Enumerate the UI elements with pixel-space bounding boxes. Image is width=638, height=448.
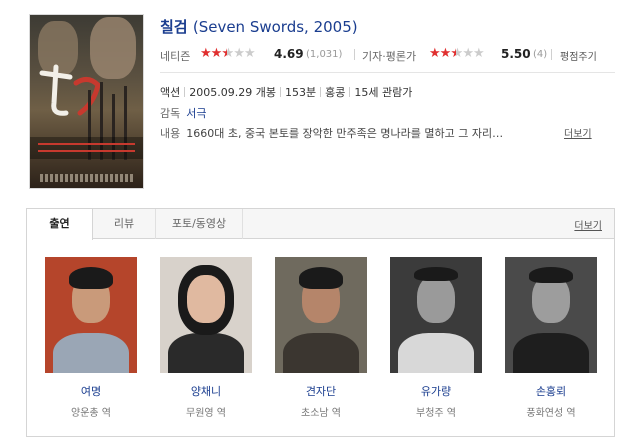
actor-photo-body — [53, 333, 129, 373]
actor-photo-hair — [529, 267, 573, 283]
critic-rating-count: (4) — [533, 49, 548, 60]
actor-photo[interactable] — [45, 257, 137, 373]
movie-info-line: 액션 2005.09.29 개봉 153분 홍콩 15세 관람가 — [160, 84, 412, 100]
tab-cast[interactable]: 출연 — [27, 209, 93, 240]
synopsis-text: 1660대 초, 중국 본토를 장악한 만주족은 명나라를 멸하고 그 자리… — [186, 127, 504, 140]
actor-card[interactable]: 손홍뢰 풍화연성 역 — [505, 257, 597, 419]
actor-name[interactable]: 견자단 — [275, 383, 367, 399]
poster-tagline-line — [38, 143, 135, 145]
actor-name[interactable]: 손홍뢰 — [505, 383, 597, 399]
actor-photo-hair — [299, 267, 343, 289]
ratings-row: 네티즌 ★★★★★★ 4.69 (1,031) 기자·평론가 ★★★★★★ 5.… — [160, 46, 615, 64]
divider — [160, 72, 615, 73]
actor-card[interactable]: 여명 양운총 역 — [45, 257, 137, 419]
actor-photo-face — [417, 275, 455, 323]
director-link[interactable]: 서극 — [186, 107, 206, 120]
netizen-star-rating: ★★★★★★ — [200, 46, 256, 61]
actor-photo-body — [513, 333, 589, 373]
info-separator — [184, 87, 186, 97]
poster-tagline-band — [30, 137, 143, 159]
rating-divider — [354, 49, 355, 60]
actor-name[interactable]: 양채니 — [160, 383, 252, 399]
movie-title[interactable]: 칠검 — [160, 18, 188, 36]
actor-photo-face — [187, 275, 225, 323]
actor-role: 무원영 역 — [186, 408, 226, 419]
rating-divider — [551, 49, 552, 60]
actor-photo[interactable] — [505, 257, 597, 373]
info-separator — [320, 87, 322, 97]
actor-role: 부청주 역 — [416, 408, 456, 419]
actor-name[interactable]: 유가량 — [390, 383, 482, 399]
actor-name[interactable]: 여명 — [45, 383, 137, 399]
age-rating: 15세 관람가 — [354, 86, 413, 99]
netizen-rating-label: 네티즌 — [160, 50, 191, 63]
runtime: 153분 — [284, 86, 317, 99]
actor-photo-body — [398, 333, 474, 373]
movie-title-link[interactable]: 칠검 (Seven Swords, 2005) — [160, 16, 358, 37]
critic-rating-label: 기자·평론가 — [362, 50, 417, 63]
actor-photo-body — [283, 333, 359, 373]
actor-card[interactable]: 견자단 초소남 역 — [275, 257, 367, 419]
movie-poster[interactable] — [29, 14, 144, 189]
rate-movie-link[interactable]: 평점주기 — [560, 48, 597, 63]
movie-original-title[interactable]: (Seven Swords, 2005) — [193, 18, 358, 36]
actor-photo-hair — [69, 267, 113, 289]
cast-panel: 출연 리뷰 포토/동영상 더보기 여명 양운총 역 양채니 무원영 역 견자단 … — [26, 208, 615, 437]
info-separator — [279, 87, 281, 97]
actor-photo-body — [168, 333, 244, 373]
tab-photo-video[interactable]: 포토/동영상 — [156, 209, 243, 239]
release-date: 2005.09.29 개봉 — [189, 86, 276, 99]
actor-role: 풍화연성 역 — [526, 408, 576, 419]
genre: 액션 — [160, 86, 181, 99]
poster-calligraphy — [39, 64, 101, 116]
tab-reviews[interactable]: 리뷰 — [93, 209, 156, 239]
synopsis-more-link[interactable]: 더보기 — [564, 125, 592, 140]
critic-star-rating: ★★★★★★ — [429, 46, 485, 61]
director-label: 감독 — [160, 107, 181, 120]
cast-more-link[interactable]: 더보기 — [574, 217, 602, 232]
actor-photo[interactable] — [390, 257, 482, 373]
actor-role: 양운총 역 — [71, 408, 111, 419]
netizen-rating-count: (1,031) — [306, 49, 343, 60]
critic-score: 5.50 — [501, 47, 531, 61]
director-line: 감독 서극 — [160, 105, 207, 121]
actor-photo[interactable] — [275, 257, 367, 373]
actor-role: 초소남 역 — [301, 408, 341, 419]
poster-credits — [40, 174, 133, 182]
country: 홍콩 — [325, 86, 346, 99]
actor-photo-hair — [414, 267, 458, 281]
poster-tagline-line — [38, 150, 135, 152]
actor-photo[interactable] — [160, 257, 252, 373]
actor-card[interactable]: 유가량 부청주 역 — [390, 257, 482, 419]
synopsis-line: 내용 1660대 초, 중국 본토를 장악한 만주족은 명나라를 멸하고 그 자리… — [160, 125, 503, 141]
netizen-score: 4.69 — [274, 47, 304, 61]
cast-tabbar: 출연 리뷰 포토/동영상 더보기 — [27, 209, 614, 240]
actor-card[interactable]: 양채니 무원영 역 — [160, 257, 252, 419]
info-separator — [349, 87, 351, 97]
synopsis-label: 내용 — [160, 127, 181, 140]
